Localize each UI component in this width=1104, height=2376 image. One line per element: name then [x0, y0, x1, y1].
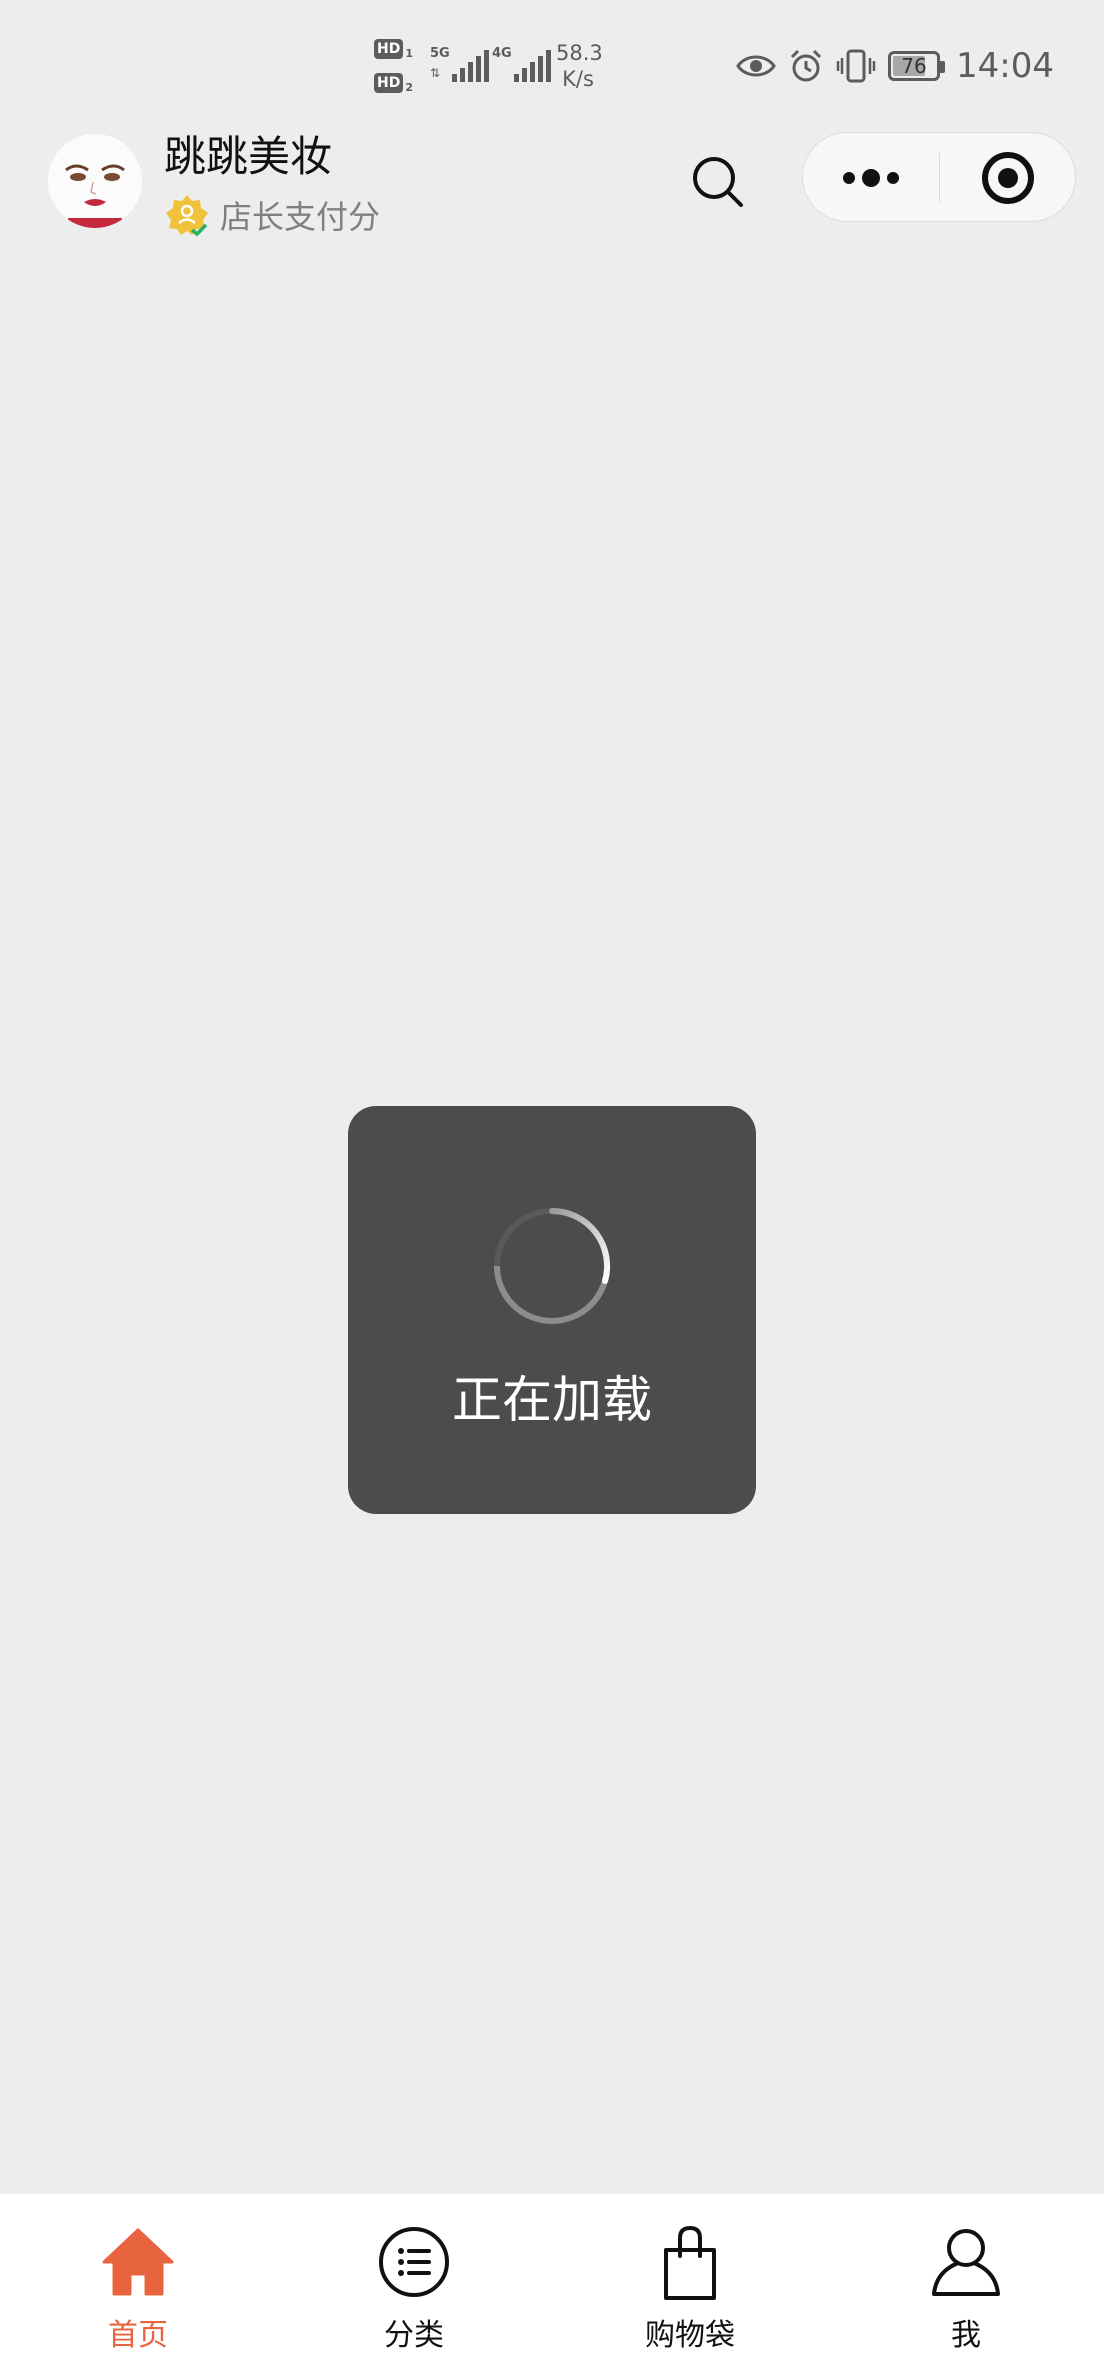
sim2-badge: HD 2 [374, 70, 422, 96]
close-target-icon [982, 152, 1034, 204]
bottom-tab-bar: 首页 分类 购物袋 我 [0, 2194, 1104, 2376]
sim1-hd-label: HD [374, 39, 404, 59]
status-bar: HD 1 HD 2 5G ⇅ 4G 58.3 K/s 76 14:04 [0, 0, 1104, 130]
home-icon [102, 2228, 174, 2296]
user-icon [932, 2229, 1000, 2296]
signal-bars-icon [452, 50, 492, 82]
shop-header: 跳跳美妆 店长支付分 [0, 130, 1104, 250]
shop-avatar[interactable] [48, 134, 142, 228]
network-speed: 58.3 K/s [556, 40, 603, 92]
status-time: 14:04 [956, 46, 1054, 86]
speed-value: 58.3 [556, 41, 603, 65]
loading-text: 正在加载 [452, 1371, 652, 1429]
tab-shopping-bag[interactable]: 购物袋 [552, 2194, 828, 2376]
category-list-icon [379, 2227, 449, 2297]
alarm-icon [790, 49, 822, 82]
loading-toast: 正在加载 [348, 1106, 756, 1514]
battery-icon: 76 [888, 51, 946, 81]
signal-4g-label: 4G [492, 46, 512, 61]
sim2-hd-label: HD [374, 73, 404, 93]
store-pay-score-label: 店长支付分 [220, 198, 381, 236]
sim1-number: 1 [405, 46, 413, 60]
loading-spinner-icon [494, 1207, 611, 1324]
status-right-group: 76 14:04 [736, 44, 1054, 88]
signal-4g: 4G [492, 46, 551, 82]
shop-name: 跳跳美妆 [164, 132, 333, 181]
verified-badge-icon [166, 195, 208, 237]
store-pay-score-badge[interactable]: 店长支付分 [164, 192, 380, 238]
shopping-bag-icon [664, 2225, 716, 2300]
avatar-face-image [48, 134, 142, 228]
more-dots-icon [843, 169, 899, 187]
data-arrows-icon: ⇅ [430, 66, 441, 80]
dual-sim-indicator: HD 1 HD 2 [374, 36, 422, 104]
tab-me-label: 我 [951, 2318, 981, 2353]
signal-bars-icon [514, 50, 554, 82]
more-button[interactable] [803, 133, 939, 221]
tab-home[interactable]: 首页 [0, 2194, 276, 2376]
signal-5g-label: 5G [430, 46, 450, 61]
vibrate-icon [836, 49, 876, 83]
search-button[interactable] [688, 152, 748, 212]
tab-home-label: 首页 [108, 2318, 168, 2353]
tab-category-label: 分类 [384, 2318, 444, 2353]
speed-unit: K/s [562, 67, 594, 91]
battery-percent: 76 [901, 54, 927, 78]
search-icon [693, 157, 743, 207]
mini-program-capsule [802, 132, 1076, 222]
eye-icon [736, 55, 776, 77]
close-mini-program-button[interactable] [940, 133, 1076, 221]
tab-me[interactable]: 我 [828, 2194, 1104, 2376]
tab-shopping-bag-label: 购物袋 [645, 2318, 735, 2353]
sim2-number: 2 [405, 80, 413, 94]
sim1-badge: HD 1 [374, 36, 422, 62]
tab-category[interactable]: 分类 [276, 2194, 552, 2376]
signal-5g: 5G ⇅ [430, 46, 489, 82]
